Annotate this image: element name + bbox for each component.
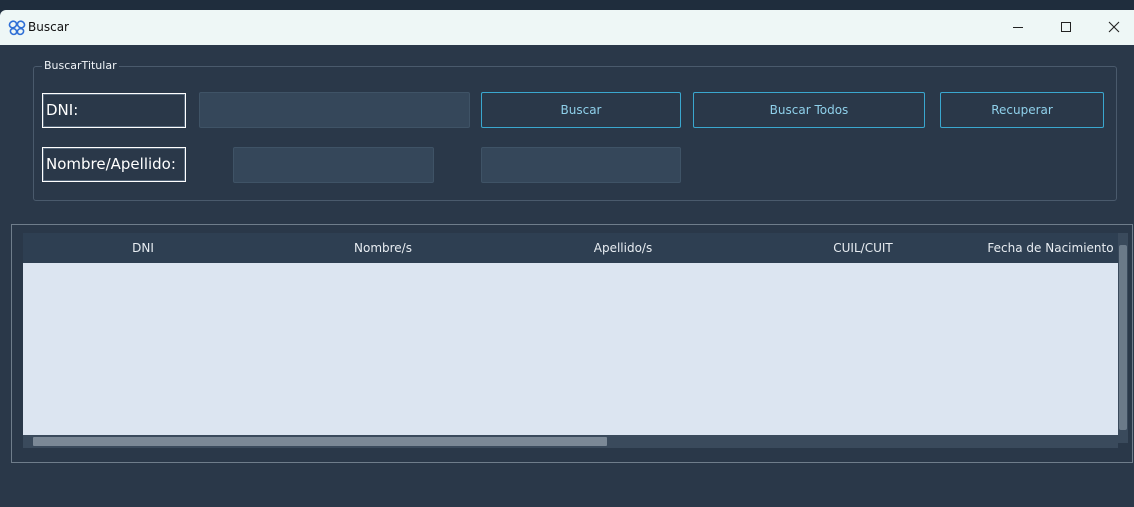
maximize-button[interactable] bbox=[1046, 10, 1086, 45]
horizontal-scroll-thumb[interactable] bbox=[33, 437, 607, 446]
butterfly-icon bbox=[8, 19, 26, 37]
vertical-scrollbar[interactable] bbox=[1118, 233, 1128, 443]
recuperar-button[interactable]: Recuperar bbox=[940, 92, 1104, 128]
title-bar[interactable]: Buscar bbox=[0, 10, 1134, 45]
column-header-apellido[interactable]: Apellido/s bbox=[503, 233, 743, 263]
window-title: Buscar bbox=[28, 20, 69, 34]
close-button[interactable] bbox=[1094, 10, 1134, 45]
column-header-nombre[interactable]: Nombre/s bbox=[263, 233, 503, 263]
nombre-input[interactable] bbox=[233, 147, 434, 183]
buscar-titular-group: BuscarTitular DNI: Buscar Buscar Todos R… bbox=[33, 59, 1117, 201]
close-icon bbox=[1108, 18, 1120, 37]
table-body[interactable] bbox=[23, 263, 1118, 435]
table-header: DNI Nombre/s Apellido/s CUIL/CUIT Fecha … bbox=[23, 233, 1118, 263]
horizontal-scrollbar[interactable] bbox=[23, 435, 1118, 448]
nombre-apellido-label: Nombre/Apellido: bbox=[42, 147, 186, 182]
group-legend: BuscarTitular bbox=[42, 59, 119, 73]
column-header-dni[interactable]: DNI bbox=[23, 233, 263, 263]
buscar-button[interactable]: Buscar bbox=[481, 92, 681, 128]
minimize-icon bbox=[1012, 18, 1024, 37]
buscar-todos-button[interactable]: Buscar Todos bbox=[693, 92, 925, 128]
dni-label: DNI: bbox=[42, 93, 186, 128]
column-header-cuil-cuit[interactable]: CUIL/CUIT bbox=[743, 233, 983, 263]
maximize-icon bbox=[1060, 18, 1072, 37]
vertical-scroll-thumb[interactable] bbox=[1119, 245, 1127, 430]
dni-input[interactable] bbox=[199, 92, 470, 128]
main-content: BuscarTitular DNI: Buscar Buscar Todos R… bbox=[0, 45, 1134, 507]
apellido-input[interactable] bbox=[481, 147, 681, 183]
results-table: DNI Nombre/s Apellido/s CUIL/CUIT Fecha … bbox=[11, 224, 1133, 463]
column-header-fecha-nacimiento[interactable]: Fecha de Nacimiento bbox=[983, 233, 1118, 263]
minimize-button[interactable] bbox=[998, 10, 1038, 45]
